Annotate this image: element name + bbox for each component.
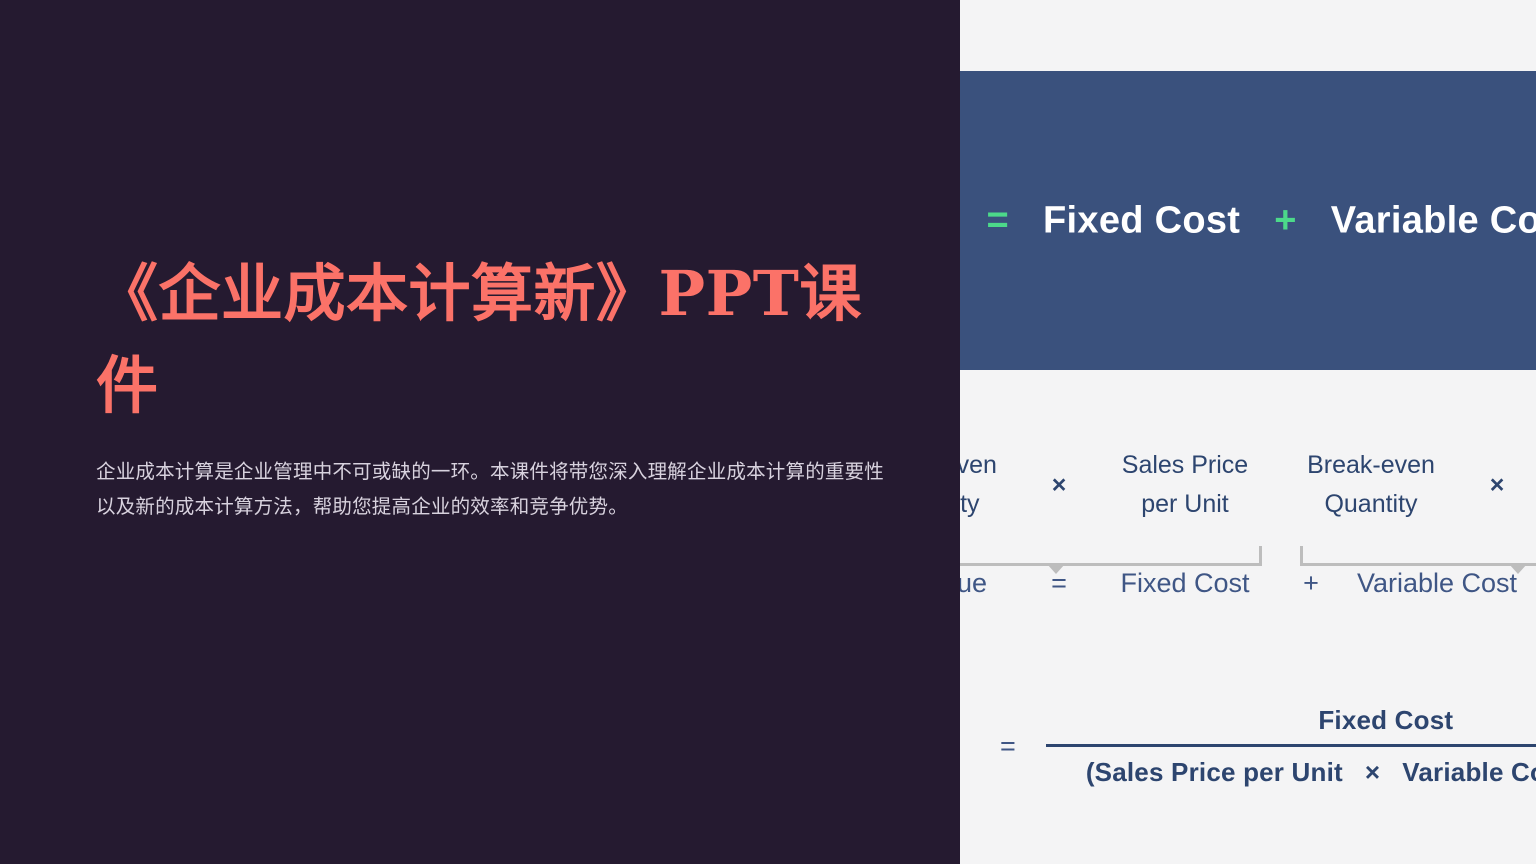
expanded-term-sales-price-per-unit: Sales Price per Unit xyxy=(1092,446,1278,524)
summary-equation-row: Revenue = Fixed Cost + Variable Cost xyxy=(960,568,1536,599)
breakeven-fraction: = Fixed Cost (Sales Price per Unit × Var… xyxy=(1000,705,1536,788)
denominator-first-term: (Sales Price per Unit xyxy=(1085,757,1343,787)
banner-plus-operator: + xyxy=(1274,199,1297,241)
summary-term-variable-cost: Variable Cost xyxy=(1356,568,1518,598)
multiply-icon-1: × xyxy=(1051,470,1067,499)
term-line-2: Quantity xyxy=(960,490,980,518)
summary-plus-operator: + xyxy=(1303,568,1319,598)
term-line-2: per Unit xyxy=(1530,485,1536,524)
slide-subtitle: 企业成本计算是企业管理中不可或缺的一环。本课件将带您深入理解企业成本计算的重要性… xyxy=(96,460,885,518)
bracket-left xyxy=(960,546,1262,566)
banner-equation: Revenue = Fixed Cost + Variable Cost xyxy=(960,199,1536,242)
expanded-terms-row: Break-even Quantity × Sales Price per Un… xyxy=(960,446,1536,524)
summary-term-revenue: Revenue xyxy=(960,568,988,598)
formula-diagram: Break-even Quantity × Sales Price per Un… xyxy=(960,370,1536,864)
banner-top-spacer xyxy=(960,0,1536,71)
title-block: 《企业成本计算新》PPT课件 xyxy=(96,248,886,432)
expanded-term-variable-cost-per-unit: Variable Cost per Unit xyxy=(1530,446,1536,524)
banner-equals-operator: = xyxy=(986,199,1010,241)
term-line-1: Sales Price xyxy=(1121,451,1249,479)
page-title: 《企业成本计算新》PPT课件 xyxy=(96,257,862,422)
banner-term-variable-cost: Variable Cost xyxy=(1330,199,1536,241)
formula-banner: Revenue = Fixed Cost + Variable Cost xyxy=(960,71,1536,370)
banner-term-fixed-cost: Fixed Cost xyxy=(1043,199,1241,241)
term-line-1: Variable Cost xyxy=(1530,446,1536,485)
denominator-second-term: Variable Cost per Unit) xyxy=(1402,757,1536,787)
fraction-numerator: Fixed Cost xyxy=(1318,705,1454,735)
presentation-slide: 《企业成本计算新》PPT课件 企业成本计算是企业管理中不可或缺的一环。本课件将带… xyxy=(0,0,1536,864)
bracket-right xyxy=(1300,546,1536,566)
term-line-1: Break-even xyxy=(960,451,997,479)
expanded-term-breakeven-quantity-1: Break-even Quantity xyxy=(960,446,1026,524)
term-line-2: Quantity xyxy=(1324,490,1418,518)
term-line-2: per Unit xyxy=(1141,490,1229,518)
summary-term-fixed-cost: Fixed Cost xyxy=(1120,568,1250,598)
illustration-panel: Revenue = Fixed Cost + Variable Cost Bre… xyxy=(960,0,1536,864)
fraction-denominator: (Sales Price per Unit × Variable Cost pe… xyxy=(1086,747,1536,788)
fraction-body: Fixed Cost (Sales Price per Unit × Varia… xyxy=(1045,705,1536,788)
fraction-equals-operator: = xyxy=(1000,731,1016,761)
title-panel: 《企业成本计算新》PPT课件 企业成本计算是企业管理中不可或缺的一环。本课件将带… xyxy=(0,0,960,864)
term-line-1: Break-even xyxy=(1307,451,1435,479)
summary-equals-operator: = xyxy=(1051,568,1067,598)
expanded-term-breakeven-quantity-2: Break-even Quantity xyxy=(1278,446,1464,524)
subtitle-block: 企业成本计算是企业管理中不可或缺的一环。本课件将带您深入理解企业成本计算的重要性… xyxy=(96,455,886,524)
denominator-multiply-icon: × xyxy=(1364,757,1381,787)
multiply-icon-2: × xyxy=(1489,470,1505,499)
